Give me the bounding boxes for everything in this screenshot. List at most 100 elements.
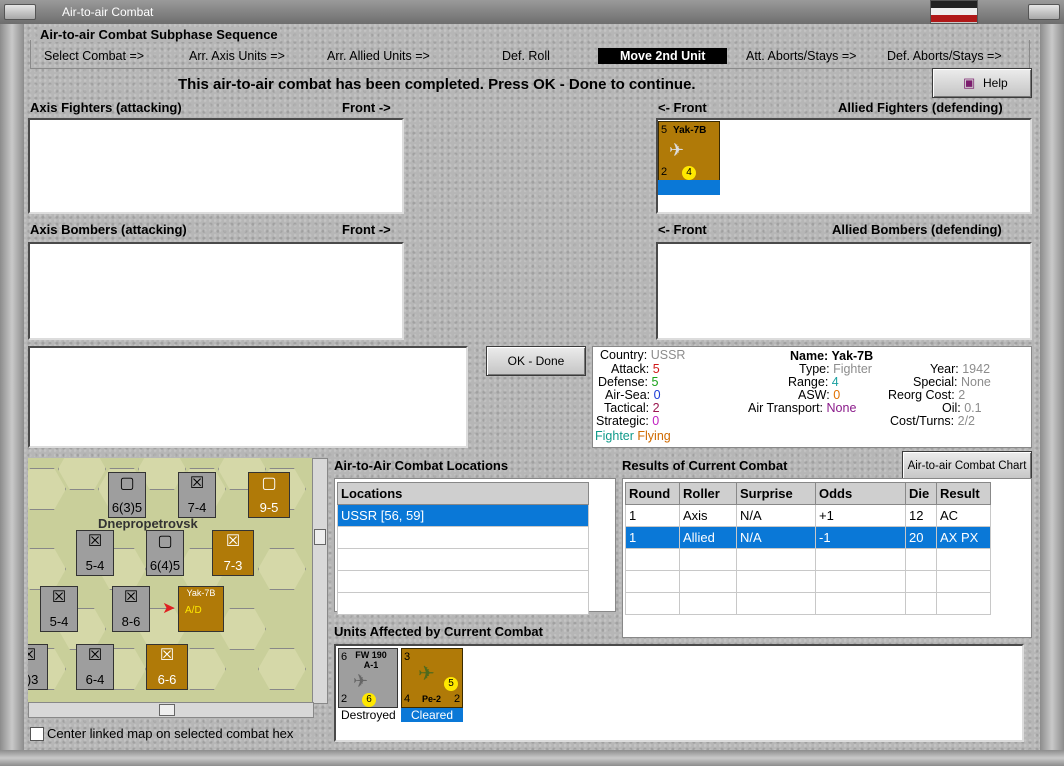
seq-step-att-aborts: Att. Aborts/Stays => <box>746 49 857 63</box>
pe2-top: 3 <box>404 651 411 663</box>
info-year: Year: 1942 <box>930 362 991 376</box>
info-range: Range: 4 <box>788 375 839 389</box>
info-air-sea: Air-Sea: 0 <box>605 388 661 402</box>
axis-fighters-front-label: Front -> <box>342 100 391 115</box>
fighter-plane-icon: ✈ <box>353 671 369 691</box>
selected-counter-bar <box>658 180 720 195</box>
map-unit[interactable]: ☒ 8-6 <box>112 586 150 632</box>
center-map-checkbox[interactable] <box>30 727 44 741</box>
results-table: Round Roller Surprise Odds Die Result 1A… <box>625 482 991 615</box>
info-defense: Defense: 5 <box>598 375 659 389</box>
map-unit[interactable]: ☒3)3 <box>28 644 48 690</box>
pe2-tactical: 2 <box>454 693 461 705</box>
result-row[interactable]: 1 Axis N/A +1 12 AC <box>625 504 991 527</box>
info-strategic: Strategic: 0 <box>596 414 660 428</box>
help-button-label: Help <box>983 76 1008 90</box>
map-unit[interactable]: ▢ 6(4)5 <box>146 530 184 576</box>
map-unit[interactable]: ☒ 6-6 <box>146 644 188 690</box>
col-round: Round <box>625 482 680 505</box>
info-cost-turns: Cost/Turns: 2/2 <box>890 414 976 428</box>
info-name: Name: Yak-7B <box>790 349 874 363</box>
system-menu-button[interactable] <box>4 4 36 20</box>
fw190-tactical: 2 <box>341 693 348 705</box>
seq-step-arr-allied: Arr. Allied Units => <box>327 49 430 63</box>
col-odds: Odds <box>815 482 906 505</box>
counter-attack: 5 <box>661 124 668 136</box>
map-unit[interactable]: ▢ 9-5 <box>248 472 290 518</box>
combat-notes-box <box>28 346 468 448</box>
map-unit[interactable]: ☒ 7-3 <box>212 530 254 576</box>
axis-bombers-box[interactable] <box>28 242 404 340</box>
status-message: This air-to-air combat has been complete… <box>178 76 696 93</box>
location-row[interactable]: USSR [56, 59] <box>337 504 589 527</box>
info-tactical: Tactical: 2 <box>604 401 660 415</box>
pe2-name: Pe-2 <box>422 694 442 704</box>
map-vertical-scrollbar[interactable] <box>312 458 328 704</box>
axis-bombers-label: Axis Bombers (attacking) <box>30 222 187 237</box>
axis-bombers-front-label: Front -> <box>342 222 391 237</box>
axis-fighters-box[interactable] <box>28 118 404 214</box>
seq-step-def-aborts: Def. Aborts/Stays => <box>887 49 1002 63</box>
counter-name: Yak-7B <box>673 125 707 136</box>
center-map-label: Center linked map on selected combat hex <box>47 726 294 741</box>
pe2-counter[interactable]: 3 ✈ 5 4 Pe-2 2 <box>401 648 463 708</box>
seq-step-arr-axis: Arr. Axis Units => <box>189 49 285 63</box>
window-frame-left <box>0 24 24 766</box>
bomber-plane-icon: ✈ <box>418 663 435 685</box>
window-frame-right <box>1040 24 1064 766</box>
map-vscroll-thumb[interactable] <box>314 529 326 545</box>
map-unit[interactable]: ☒ 5-4 <box>76 530 114 576</box>
map-unit[interactable]: ☒ 7-4 <box>178 472 216 518</box>
seq-step-select-combat: Select Combat => <box>44 49 145 63</box>
map-unit[interactable]: ☒ 5-4 <box>40 586 78 632</box>
result-row[interactable]: 1 Allied N/A -1 20 AX PX <box>625 526 991 549</box>
pe2-status: Cleared <box>401 708 463 722</box>
locations-panel: Locations USSR [56, 59] <box>334 478 616 615</box>
title-bar <box>0 0 1064 25</box>
info-special: Special: None <box>913 375 991 389</box>
seq-step-move-2nd-unit: Move 2nd Unit <box>598 48 728 64</box>
fw190-top: 6 <box>341 651 348 663</box>
col-surprise: Surprise <box>736 482 816 505</box>
axis-fighters-label: Axis Fighters (attacking) <box>30 100 182 115</box>
fw190-counter[interactable]: 6 FW 190 A-1 ✈ 2 6 <box>338 648 398 708</box>
air-combat-chart-button[interactable]: Air-to-air Combat Chart <box>902 451 1032 481</box>
fw190-status: Destroyed <box>341 708 396 722</box>
map-unit[interactable]: ☒ 6-4 <box>76 644 114 690</box>
info-reorg-cost: Reorg Cost: 2 <box>888 388 966 402</box>
pe2-attack: 4 <box>404 693 411 705</box>
sequence-title: Air-to-air Combat Subphase Sequence <box>38 27 280 42</box>
close-button[interactable] <box>1028 4 1060 20</box>
info-attack: Attack: 5 <box>611 362 660 376</box>
help-button[interactable]: ▣ Help <box>932 68 1032 98</box>
location-cell[interactable]: USSR [56, 59] <box>337 504 589 527</box>
affected-title: Units Affected by Current Combat <box>334 624 543 639</box>
fw190-range-circle: 6 <box>362 693 376 707</box>
map-hscroll-thumb[interactable] <box>159 704 175 716</box>
locations-title: Air-to-Air Combat Locations <box>334 458 509 473</box>
yak-7b-counter[interactable]: 5 Yak-7B ✈ 2 4 <box>658 121 720 181</box>
info-country: Country: USSR <box>600 348 686 362</box>
fw190-name: FW 190 A-1 <box>355 650 387 670</box>
col-result: Result <box>936 482 991 505</box>
results-panel: Round Roller Surprise Odds Die Result 1A… <box>622 478 1032 638</box>
window-title: Air-to-air Combat <box>62 5 154 19</box>
german-flag-icon <box>930 0 978 24</box>
mini-map[interactable]: Dnepropetrovsk ▢ 6(3)5 ☒ 7-4 ▢ 9-5 ☒ 5-4 ▢ 6(… <box>28 458 312 702</box>
map-horizontal-scrollbar[interactable] <box>28 702 314 718</box>
info-oil: Oil: 0.1 <box>942 401 982 415</box>
counter-tactical: 2 <box>661 166 668 178</box>
ok-done-button[interactable]: OK - Done <box>486 346 586 376</box>
map-unit[interactable]: ▢ 6(3)5 <box>108 472 146 518</box>
allied-fighters-front-label: <- Front <box>658 100 707 115</box>
info-type: Type: Fighter <box>799 362 872 376</box>
results-title: Results of Current Combat <box>622 458 788 473</box>
col-die: Die <box>905 482 937 505</box>
info-air-transport: Air Transport: None <box>748 401 857 415</box>
info-asw: ASW: 0 <box>798 388 841 402</box>
map-yak-counter[interactable]: Yak-7B A/D <box>178 586 224 632</box>
allied-bombers-label: Allied Bombers (defending) <box>832 222 1002 237</box>
allied-bombers-box[interactable] <box>656 242 1032 340</box>
counter-range-circle: 4 <box>682 166 696 180</box>
allied-bombers-front-label: <- Front <box>658 222 707 237</box>
